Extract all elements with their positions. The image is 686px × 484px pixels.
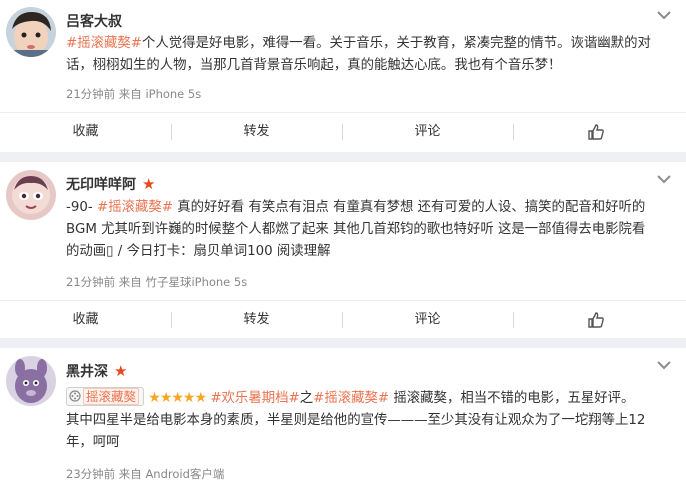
chevron-down-icon[interactable] — [656, 174, 672, 184]
post-text: #摇滚藏獒#个人觉得是好电影，难得一看。关于音乐，关于教育，紧凑完整的情节。诙谐… — [66, 33, 672, 77]
movie-card-chip[interactable]: 摇滚藏獒 — [66, 387, 145, 406]
text-line: #摇滚藏獒#个人觉得是好电影，难得一看。关于音乐，关于教育，紧凑完整的情节。诙谐… — [66, 36, 651, 51]
post-card-1: 吕客大叔 #摇滚藏獒#个人觉得是好电影，难得一看。关于音乐，关于教育，紧凑完整的… — [0, 0, 686, 152]
post-meta[interactable]: 21分钟前 来自 竹子星球iPhone 5s — [66, 274, 247, 290]
username[interactable]: 黑井深 ★ — [66, 361, 127, 381]
divider — [513, 312, 514, 328]
topic-tag[interactable]: #摇滚藏獒# — [313, 391, 389, 406]
chevron-down-icon[interactable] — [656, 10, 672, 20]
favorite-button[interactable]: 收藏 — [0, 113, 171, 151]
post-meta[interactable]: 21分钟前 来自 iPhone 5s — [66, 86, 201, 102]
username[interactable]: 无印咩咩阿 ★ — [66, 174, 155, 194]
film-icon — [69, 390, 81, 402]
repost-button[interactable]: 转发 — [171, 113, 342, 151]
username[interactable]: 吕客大叔 — [66, 11, 122, 31]
avatar[interactable] — [6, 356, 56, 406]
text-line: 年，呵呵 — [66, 435, 120, 450]
chip-label: 摇滚藏獒 — [83, 388, 140, 405]
topic-tag[interactable]: #摇滚藏獒# — [97, 200, 173, 215]
action-bar: 收藏 转发 评论 — [0, 112, 686, 151]
action-bar: 收藏 转发 评论 — [0, 300, 686, 339]
text-line: 的动画▯ / 今日打卡：扇贝单词100 阅读理解 — [66, 244, 331, 259]
post-text: 摇滚藏獒 ★★★★★ #欢乐暑期档#之#摇滚藏獒# 摇滚藏獒，相当不错的电影，五… — [66, 387, 672, 454]
text-line: 摇滚藏獒 ★★★★★ #欢乐暑期档#之#摇滚藏獒# 摇滚藏獒，相当不错的电影，五… — [66, 387, 672, 410]
like-thumb-icon[interactable] — [587, 311, 605, 329]
text-line: 其中四星半是给电影本身的素质，半星则是给他的宣传———至少其没有让观众为了一坨翔… — [66, 413, 646, 428]
verified-star-icon: ★ — [142, 175, 156, 193]
divider — [513, 124, 514, 140]
topic-tag[interactable]: #欢乐暑期档# — [210, 391, 299, 406]
avatar[interactable] — [6, 170, 56, 220]
post-card-3: 黑井深 ★ 摇滚藏獒 ★★★★★ #欢乐暑期档#之#摇滚藏獒# 摇滚藏獒，相当不错… — [0, 348, 686, 484]
post-meta[interactable]: 23分钟前 来自 Android客户端 — [66, 466, 224, 482]
text-line: -90- #摇滚藏獒# 真的好好看 有笑点有泪点 有童真有梦想 还有可爱的人设、… — [66, 200, 646, 215]
topic-tag[interactable]: #摇滚藏獒# — [66, 36, 142, 51]
comment-button[interactable]: 评论 — [342, 113, 513, 151]
like-thumb-icon[interactable] — [587, 123, 605, 141]
post-card-2: 无印咩咩阿 ★ -90- #摇滚藏獒# 真的好好看 有笑点有泪点 有童真有梦想 还… — [0, 162, 686, 338]
verified-star-icon: ★ — [114, 362, 128, 380]
avatar[interactable] — [6, 7, 56, 57]
post-text: -90- #摇滚藏獒# 真的好好看 有笑点有泪点 有童真有梦想 还有可爱的人设、… — [66, 197, 672, 263]
chevron-down-icon[interactable] — [656, 360, 672, 370]
repost-button[interactable]: 转发 — [171, 301, 342, 339]
favorite-button[interactable]: 收藏 — [0, 301, 171, 339]
comment-button[interactable]: 评论 — [342, 301, 513, 339]
rating-stars: ★★★★★ — [148, 390, 207, 406]
text-line: 话，栩栩如生的人物，当那几首背景音乐响起，真的能触达心底。我也有个音乐梦！ — [66, 58, 562, 73]
text-line: BGM 尤其听到许巍的时候整个人都燃了起来 其他几首郑钧的歌也特好听 这是一部值… — [66, 222, 646, 237]
